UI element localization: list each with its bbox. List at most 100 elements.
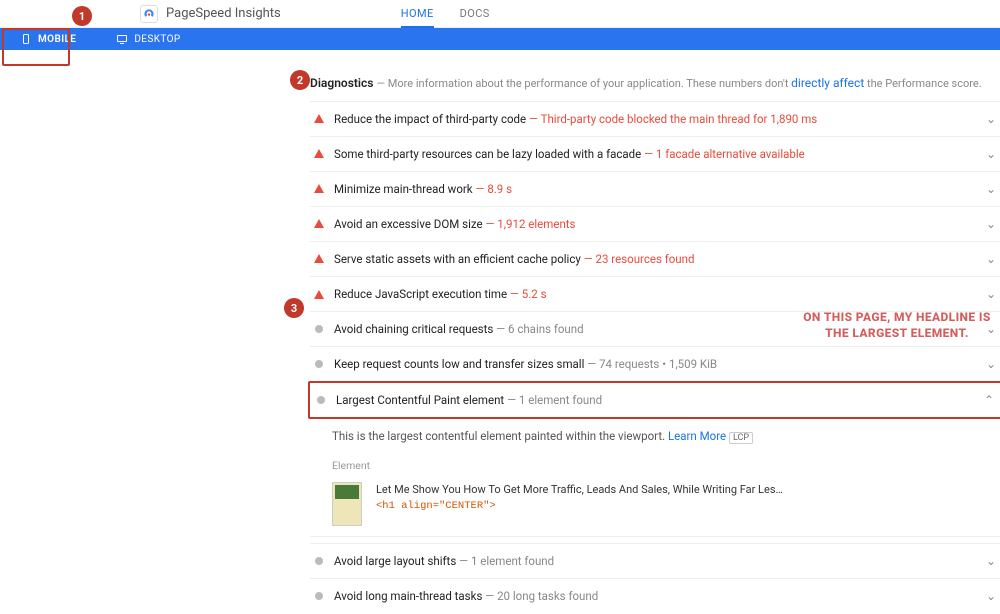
row-metric: 6 chains found xyxy=(508,322,584,336)
circle-icon xyxy=(315,360,323,368)
diagnostic-row[interactable]: Serve static assets with an efficient ca… xyxy=(310,241,1000,276)
row-label: Keep request counts low and transfer siz… xyxy=(334,357,584,371)
nav-home[interactable]: HOME xyxy=(401,0,434,28)
chevron-down-icon: ⌄ xyxy=(986,554,996,568)
row-title: Avoid long main-thread tasks — 20 long t… xyxy=(334,588,986,604)
diagnostic-row[interactable]: Keep request counts low and transfer siz… xyxy=(310,346,1000,381)
lcp-element-headline: Let Me Show You How To Get More Traffic,… xyxy=(376,482,783,499)
app-header: PageSpeed Insights HOME DOCS xyxy=(0,0,1000,28)
chevron-down-icon: ⌄ xyxy=(986,589,996,603)
lcp-element-block: Let Me Show You How To Get More Traffic,… xyxy=(310,476,1000,537)
diagnostics-subtitle-suffix: the Performance score. xyxy=(864,77,981,90)
chevron-up-icon: ⌃ xyxy=(984,393,994,407)
tab-mobile[interactable]: MOBILE xyxy=(10,28,86,50)
diagnostics-subtitle-prefix: — More information about the performance… xyxy=(376,77,791,90)
row-metric: 1 element found xyxy=(519,393,602,407)
annotation-number-3: 3 xyxy=(284,298,304,318)
row-label: Reduce the impact of third-party code xyxy=(334,112,526,126)
diagnostics-title: Diagnostics xyxy=(310,76,373,90)
lcp-learn-more-link[interactable]: Learn More xyxy=(668,429,726,443)
annotation-number-2: 2 xyxy=(290,70,310,90)
top-nav: HOME DOCS xyxy=(401,0,490,28)
row-title: Reduce JavaScript execution time — 5.2 s xyxy=(334,286,986,302)
lcp-element-code: <h1 align="CENTER"> xyxy=(376,499,783,515)
row-label: Avoid long main-thread tasks xyxy=(334,589,482,603)
chevron-down-icon: ⌄ xyxy=(986,357,996,371)
device-tab-bar: MOBILE DESKTOP xyxy=(0,28,1000,50)
warning-triangle-icon xyxy=(314,219,324,228)
chevron-down-icon: ⌄ xyxy=(986,322,996,336)
desktop-icon xyxy=(116,33,128,45)
circle-icon xyxy=(315,592,323,600)
circle-icon xyxy=(315,557,323,565)
chevron-down-icon: ⌄ xyxy=(986,252,996,266)
row-title: Reduce the impact of third-party code — … xyxy=(334,111,986,127)
tab-mobile-label: MOBILE xyxy=(38,34,76,45)
diagnostics-panel: Diagnostics — More information about the… xyxy=(310,50,1000,614)
diagnostic-row[interactable]: Avoid chaining critical requests — 6 cha… xyxy=(310,311,1000,346)
row-title: Avoid chaining critical requests — 6 cha… xyxy=(334,321,986,337)
diagnostic-row[interactable]: Avoid an excessive DOM size — 1,912 elem… xyxy=(310,206,1000,241)
row-metric: 20 long tasks found xyxy=(497,589,598,603)
row-lcp-element[interactable]: Largest Contentful Paint element — 1 ele… xyxy=(308,381,1000,419)
row-label: Serve static assets with an efficient ca… xyxy=(334,252,581,266)
lcp-element-thumbnail xyxy=(332,482,362,526)
row-title: Minimize main-thread work — 8.9 s xyxy=(334,181,986,197)
diagnostic-row[interactable]: Avoid large layout shifts — 1 element fo… xyxy=(310,543,1000,578)
lcp-tag: LCP xyxy=(729,432,753,444)
chevron-down-icon: ⌄ xyxy=(986,147,996,161)
row-title: Largest Contentful Paint element — 1 ele… xyxy=(336,392,984,408)
diagnostic-row[interactable]: Reduce the impact of third-party code — … xyxy=(310,101,1000,136)
row-metric: Third-party code blocked the main thread… xyxy=(541,112,818,126)
row-title: Keep request counts low and transfer siz… xyxy=(334,356,986,372)
nav-docs[interactable]: DOCS xyxy=(460,0,490,28)
row-label: Reduce JavaScript execution time xyxy=(334,287,507,301)
page: PageSpeed Insights HOME DOCS MOBILE DESK… xyxy=(0,0,1000,614)
warning-triangle-icon xyxy=(314,254,324,263)
warning-triangle-icon xyxy=(314,149,324,158)
app-title: PageSpeed Insights xyxy=(166,6,281,21)
lcp-desc-text: This is the largest contentful element p… xyxy=(332,429,668,443)
lcp-description: This is the largest contentful element p… xyxy=(310,419,1000,449)
diagnostic-row[interactable]: Minimize main-thread work — 8.9 s⌄ xyxy=(310,171,1000,206)
row-title: Avoid large layout shifts — 1 element fo… xyxy=(334,553,986,569)
row-label: Avoid chaining critical requests xyxy=(334,322,493,336)
row-label: Avoid large layout shifts xyxy=(334,554,456,568)
warning-triangle-icon xyxy=(314,114,324,123)
tab-desktop-label: DESKTOP xyxy=(134,34,180,45)
row-metric: 1,912 elements xyxy=(497,217,575,231)
diagnostic-row[interactable]: Reduce JavaScript execution time — 5.2 s… xyxy=(310,276,1000,311)
row-metric: 8.9 s xyxy=(487,182,512,196)
chevron-down-icon: ⌄ xyxy=(986,182,996,196)
row-metric: 5.2 s xyxy=(522,287,547,301)
diagnostics-subtitle-link[interactable]: directly affect xyxy=(791,76,864,90)
diagnostics-heading: Diagnostics — More information about the… xyxy=(310,74,1000,93)
warning-triangle-icon xyxy=(314,184,324,193)
row-title: Avoid an excessive DOM size — 1,912 elem… xyxy=(334,216,986,232)
row-label: Minimize main-thread work xyxy=(334,182,473,196)
diagnostic-row[interactable]: Avoid long main-thread tasks — 20 long t… xyxy=(310,578,1000,613)
row-metric: 1 facade alternative available xyxy=(656,147,805,161)
circle-icon xyxy=(317,396,325,404)
row-metric: 74 requests • 1,509 KiB xyxy=(599,357,717,371)
mobile-icon xyxy=(20,33,32,45)
chevron-down-icon: ⌄ xyxy=(986,217,996,231)
row-title: Some third-party resources can be lazy l… xyxy=(334,146,986,162)
chevron-down-icon: ⌄ xyxy=(986,287,996,301)
annotation-number-1: 1 xyxy=(72,6,92,26)
diagnostic-row[interactable]: Some third-party resources can be lazy l… xyxy=(310,136,1000,171)
row-metric: 1 element found xyxy=(471,554,554,568)
row-label: Largest Contentful Paint element xyxy=(336,393,504,407)
row-title: Serve static assets with an efficient ca… xyxy=(334,251,986,267)
row-label: Some third-party resources can be lazy l… xyxy=(334,147,641,161)
tab-desktop[interactable]: DESKTOP xyxy=(106,28,190,50)
diagnostics-tail-rows: Avoid large layout shifts — 1 element fo… xyxy=(310,543,1000,613)
circle-icon xyxy=(315,325,323,333)
diagnostics-rows: Reduce the impact of third-party code — … xyxy=(310,101,1000,382)
app-logo-row: PageSpeed Insights xyxy=(140,5,281,23)
lcp-element-label: Element xyxy=(310,449,1000,476)
row-label: Avoid an excessive DOM size xyxy=(334,217,483,231)
psi-logo-icon xyxy=(140,5,158,23)
chevron-down-icon: ⌄ xyxy=(986,112,996,126)
lcp-element-text: Let Me Show You How To Get More Traffic,… xyxy=(376,482,783,526)
